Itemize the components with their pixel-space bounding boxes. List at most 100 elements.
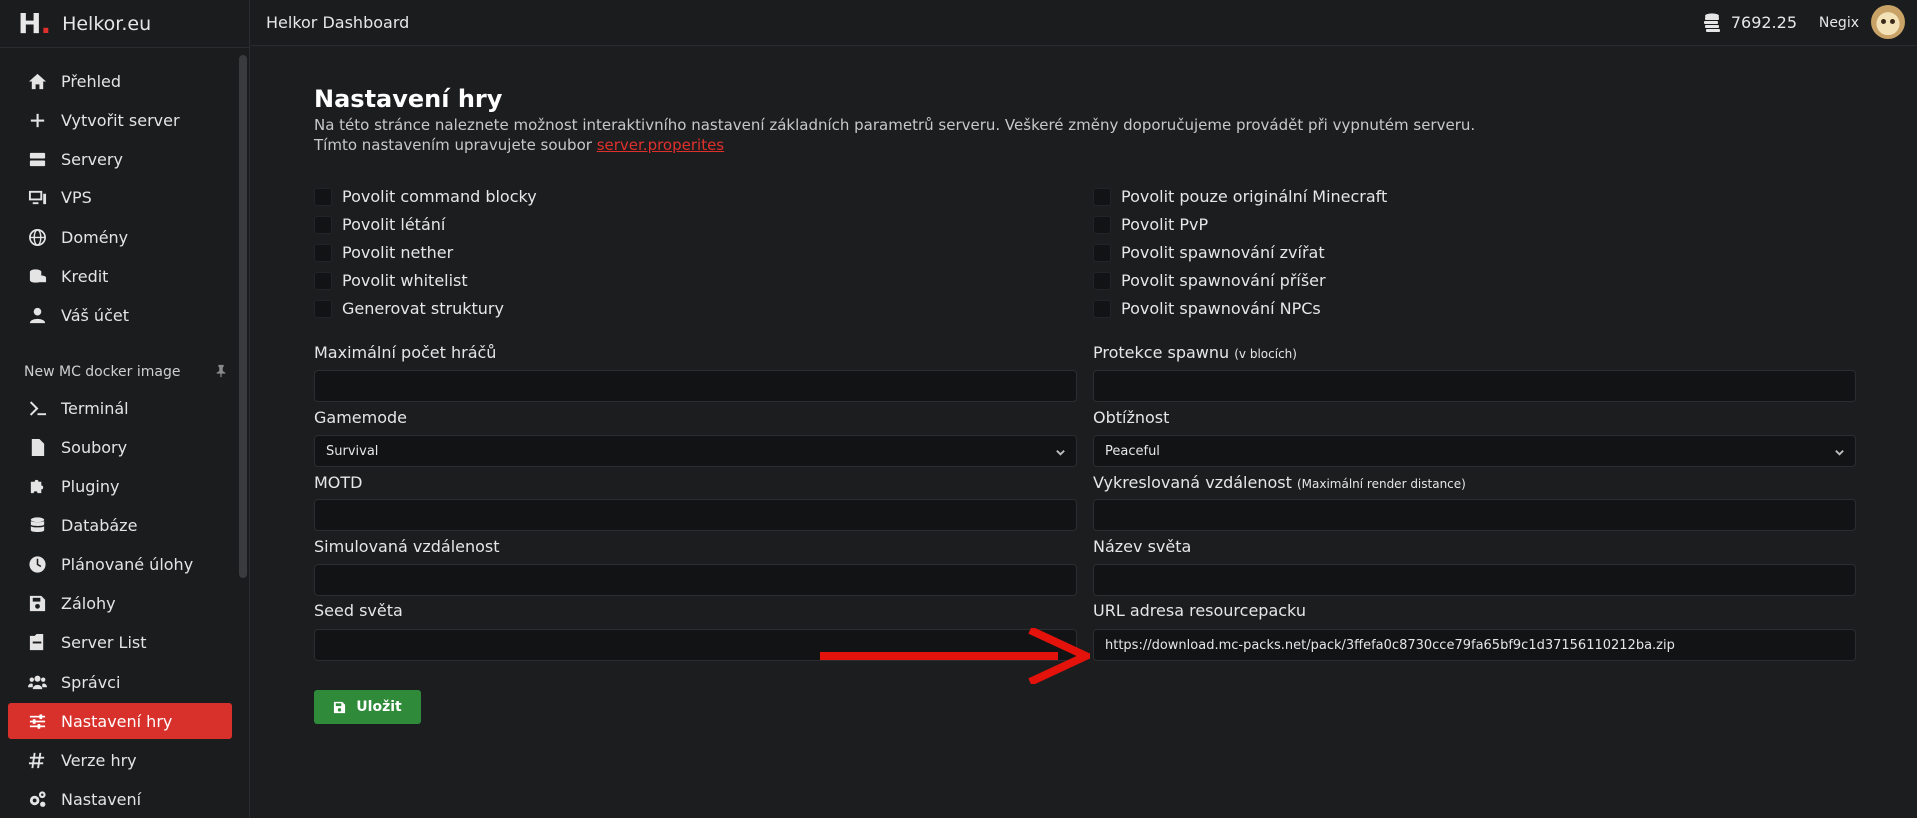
home-icon (26, 71, 48, 91)
desktop-icon (26, 187, 48, 207)
difficulty-select[interactable]: Peaceful (1093, 435, 1856, 467)
puzzle-icon (26, 476, 48, 496)
checkbox[interactable] (314, 271, 332, 290)
sidebar-item-server-list[interactable]: Server List (8, 624, 232, 660)
hashtag-icon (26, 750, 48, 770)
main-content: Nastavení hry Na této stránce naleznete … (251, 47, 1917, 818)
checkbox[interactable] (1093, 215, 1111, 234)
server-icon (26, 149, 48, 169)
sidebar-item-planovane-ulohy[interactable]: Plánované úlohy (8, 546, 232, 582)
avatar[interactable] (1871, 5, 1905, 39)
sidebar-scrollbar[interactable] (239, 55, 247, 578)
world-name-label: Název světa (1093, 537, 1192, 556)
motd-label: MOTD (314, 473, 363, 492)
dashboard-title: Helkor Dashboard (266, 13, 410, 32)
credit-value: 7692.25 (1730, 13, 1797, 32)
sidebar-item-kredit[interactable]: Kredit (8, 258, 232, 294)
cogs-icon (26, 789, 48, 809)
brand-logo: H. (18, 7, 51, 40)
checkbox-whitelist[interactable]: Povolit whitelist (314, 271, 468, 290)
difficulty-label: Obtížnost (1093, 408, 1170, 427)
checkbox-nether[interactable]: Povolit nether (314, 243, 453, 262)
sidebar-item-label: Váš účet (61, 305, 129, 325)
checkbox[interactable] (1093, 243, 1111, 262)
sidebar-item-label: Nastavení hry (61, 711, 173, 731)
sidebar-item-servery[interactable]: Servery (8, 141, 232, 177)
sidebar-item-label: Verze hry (61, 750, 137, 770)
sidebar-item-label: Servery (61, 149, 123, 169)
max-players-input[interactable] (314, 370, 1077, 402)
username[interactable]: Negix (1819, 15, 1859, 31)
checkbox-flight[interactable]: Povolit létání (314, 215, 445, 234)
chevron-down-icon (1056, 450, 1065, 456)
sidebar-item-terminal[interactable]: Terminál (8, 390, 232, 426)
sidebar-item-label: Vytvořit server (61, 110, 180, 130)
sidebar-item-nastaveni[interactable]: Nastavení (8, 781, 232, 817)
checkbox[interactable] (314, 243, 332, 262)
view-distance-input[interactable] (1093, 499, 1856, 531)
motd-input[interactable] (314, 499, 1077, 531)
sidebar-item-label: VPS (61, 187, 92, 207)
checkbox[interactable] (314, 299, 332, 318)
sidebar-item-prehled[interactable]: Přehled (8, 63, 232, 99)
sidebar-item-zalohy[interactable]: Zálohy (8, 585, 232, 621)
gamemode-select[interactable]: Survival (314, 435, 1077, 467)
sidebar-item-vas-ucet[interactable]: Váš účet (8, 297, 232, 333)
resourcepack-url-label: URL adresa resourcepacku (1093, 601, 1306, 620)
brand-name: Helkor.eu (62, 12, 152, 35)
max-players-label: Maximální počet hráčů (314, 343, 497, 362)
checkbox[interactable] (1093, 271, 1111, 290)
brand[interactable]: H. Helkor.eu (0, 0, 249, 48)
sidebar-item-databaze[interactable]: Databáze (8, 507, 232, 543)
users-icon (26, 672, 48, 692)
spawn-protection-label: Protekce spawnu (v blocích) (1093, 343, 1297, 362)
annotation-arrow (820, 628, 1090, 684)
checkbox-pvp[interactable]: Povolit PvP (1093, 215, 1208, 234)
topbar: Helkor Dashboard 7692.25 Negix (251, 0, 1917, 46)
sidebar-item-label: Správci (61, 672, 121, 692)
sidebar-item-label: Plánované úlohy (61, 554, 194, 574)
sliders-icon (26, 711, 48, 731)
sidebar: H. Helkor.eu Přehled Vytvořit server Ser… (0, 0, 250, 818)
sidebar-item-label: Přehled (61, 71, 122, 91)
checkbox-spawn-npcs[interactable]: Povolit spawnování NPCs (1093, 299, 1321, 318)
sidebar-item-vytvorit-server[interactable]: Vytvořit server (8, 102, 232, 138)
checkbox[interactable] (314, 215, 332, 234)
file-icon (26, 437, 48, 457)
sidebar-item-label: Zálohy (61, 593, 116, 613)
sidebar-item-nastaveni-hry[interactable]: Nastavení hry (8, 703, 232, 739)
checkbox[interactable] (1093, 187, 1111, 206)
pin-icon[interactable] (214, 363, 230, 379)
sidebar-item-verze-hry[interactable]: Verze hry (8, 742, 232, 778)
checkbox-command-blocks[interactable]: Povolit command blocky (314, 187, 537, 206)
simulation-distance-label: Simulovaná vzdálenost (314, 537, 500, 556)
world-name-input[interactable] (1093, 564, 1856, 596)
sidebar-item-label: Domény (61, 227, 129, 247)
checkbox-structures[interactable]: Generovat struktury (314, 299, 504, 318)
checkbox-spawn-animals[interactable]: Povolit spawnování zvířat (1093, 243, 1325, 262)
sidebar-item-vps[interactable]: VPS (8, 179, 232, 215)
view-distance-label: Vykreslovaná vzdálenost (Maximální rende… (1093, 473, 1466, 492)
simulation-distance-input[interactable] (314, 564, 1077, 596)
sidebar-item-label: Nastavení (61, 789, 142, 809)
resourcepack-url-input[interactable]: https://download.mc-packs.net/pack/3ffef… (1093, 629, 1856, 661)
save-icon (26, 593, 48, 613)
checkbox[interactable] (314, 187, 332, 206)
sidebar-item-soubory[interactable]: Soubory (8, 429, 232, 465)
spawn-protection-input[interactable] (1093, 370, 1856, 402)
save-icon (334, 701, 346, 713)
save-button[interactable]: Uložit (314, 690, 421, 724)
page-description-file: Tímto nastavením upravujete soubor serve… (314, 136, 725, 154)
checkbox-online-mode[interactable]: Povolit pouze originální Minecraft (1093, 187, 1387, 206)
credit-balance[interactable]: 7692.25 (1701, 12, 1797, 34)
clock-icon (26, 554, 48, 574)
server-properties-link[interactable]: server.properites (597, 136, 724, 154)
sidebar-item-label: Pluginy (61, 476, 120, 496)
sidebar-item-spravci[interactable]: Správci (8, 664, 232, 700)
checkbox-spawn-monsters[interactable]: Povolit spawnování příšer (1093, 271, 1326, 290)
sidebar-item-pluginy[interactable]: Pluginy (8, 468, 232, 504)
sidebar-item-domeny[interactable]: Domény (8, 219, 232, 255)
checkbox[interactable] (1093, 299, 1111, 318)
page-title: Nastavení hry (314, 85, 503, 113)
gamemode-label: Gamemode (314, 408, 408, 427)
